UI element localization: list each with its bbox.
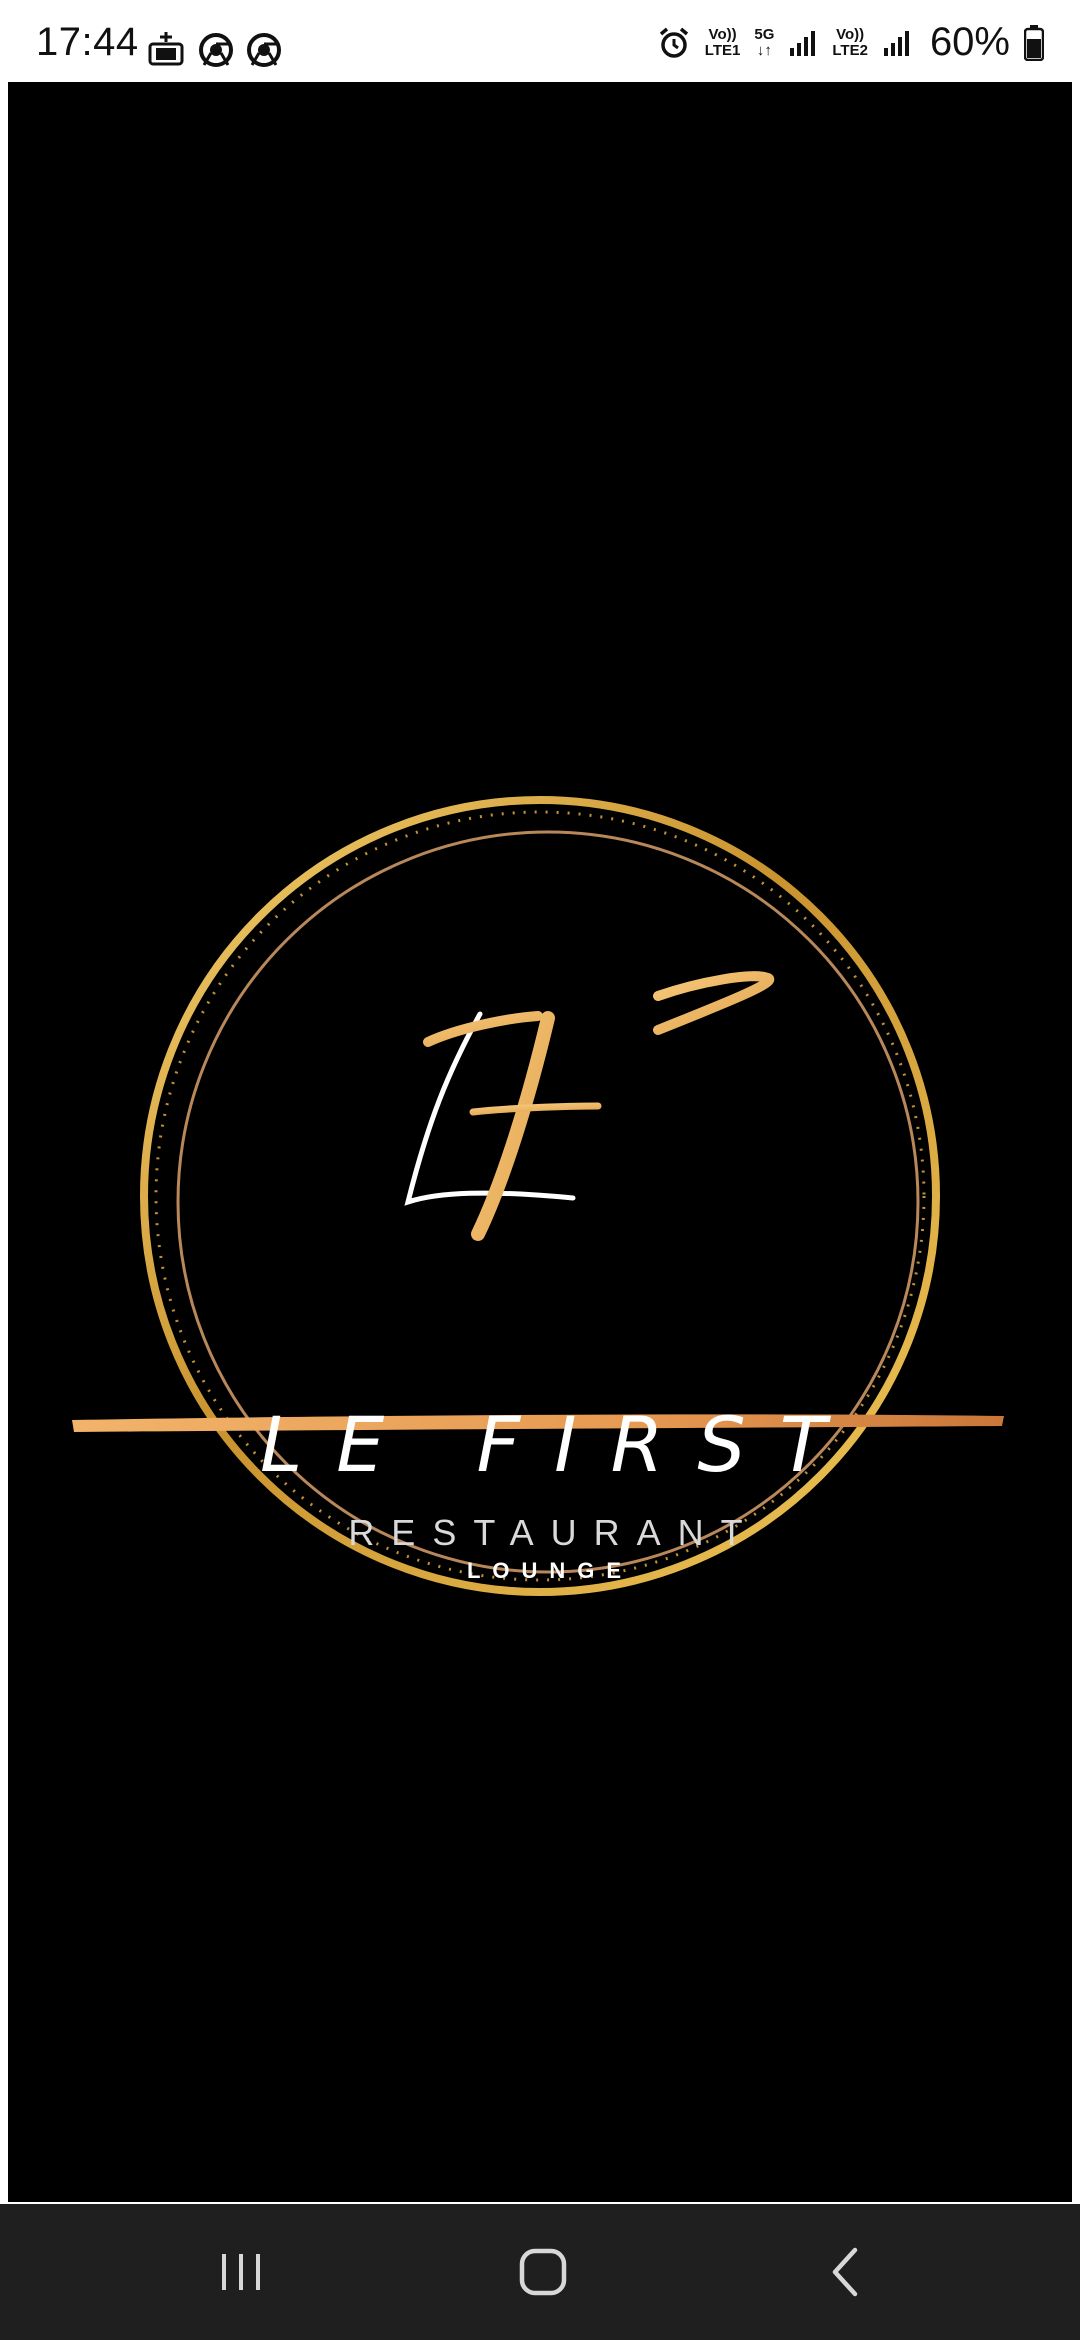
chrome-icon [247, 33, 281, 67]
home-icon [519, 2248, 567, 2296]
network-type-indicator: 5G ↓↑ [754, 25, 775, 59]
data-arrows-icon: ↓↑ [756, 41, 772, 59]
sim2-bottom-label: LTE2 [832, 41, 868, 59]
signal-sim1-icon [790, 30, 816, 56]
sim2-top-label: Vo)) [836, 25, 865, 43]
system-status-icons: Vo)) LTE1 5G ↓↑ Vo)) LTE2 60% [657, 20, 1044, 65]
notification-icons [146, 30, 282, 70]
restaurant-logo: LE FIRST RESTAURANT LOUNGE [8, 82, 1072, 2202]
sim1-top-label: Vo)) [708, 25, 737, 43]
screen: 17:44 Vo)) LTE1 5G ↓↑ Vo)) LTE2 60% LE F… [0, 0, 1080, 2340]
logo-title: LE FIRST [259, 1400, 861, 1489]
app-notification-icon [148, 32, 184, 66]
chrome-icon [199, 33, 233, 67]
recents-icon [222, 2254, 260, 2290]
status-bar: 17:44 Vo)) LTE1 5G ↓↑ Vo)) LTE2 60% [0, 0, 1080, 78]
alarm-icon [659, 27, 688, 58]
back-icon [832, 2247, 858, 2297]
sim1-bottom-label: LTE1 [704, 41, 741, 59]
logo-subtitle-lounge: LOUNGE [466, 1558, 634, 1583]
back-button[interactable] [800, 2234, 890, 2310]
recents-button[interactable] [196, 2234, 286, 2310]
image-viewer[interactable]: LE FIRST RESTAURANT LOUNGE [8, 82, 1072, 2202]
home-button[interactable] [498, 2234, 588, 2310]
battery-icon [1024, 24, 1044, 61]
navigation-bar [0, 2204, 1080, 2340]
sim2-volte-indicator: Vo)) LTE2 [832, 25, 868, 59]
battery-percentage: 60% [929, 20, 1010, 64]
status-time: 17:44 [36, 20, 139, 64]
logo-subtitle: RESTAURANT [348, 1512, 760, 1553]
signal-sim2-icon [883, 30, 909, 56]
sim1-volte-indicator: Vo)) LTE1 [704, 25, 741, 59]
logo-graphic [72, 796, 1004, 1596]
network-type-label: 5G [754, 25, 775, 43]
monogram-f [653, 971, 775, 1035]
